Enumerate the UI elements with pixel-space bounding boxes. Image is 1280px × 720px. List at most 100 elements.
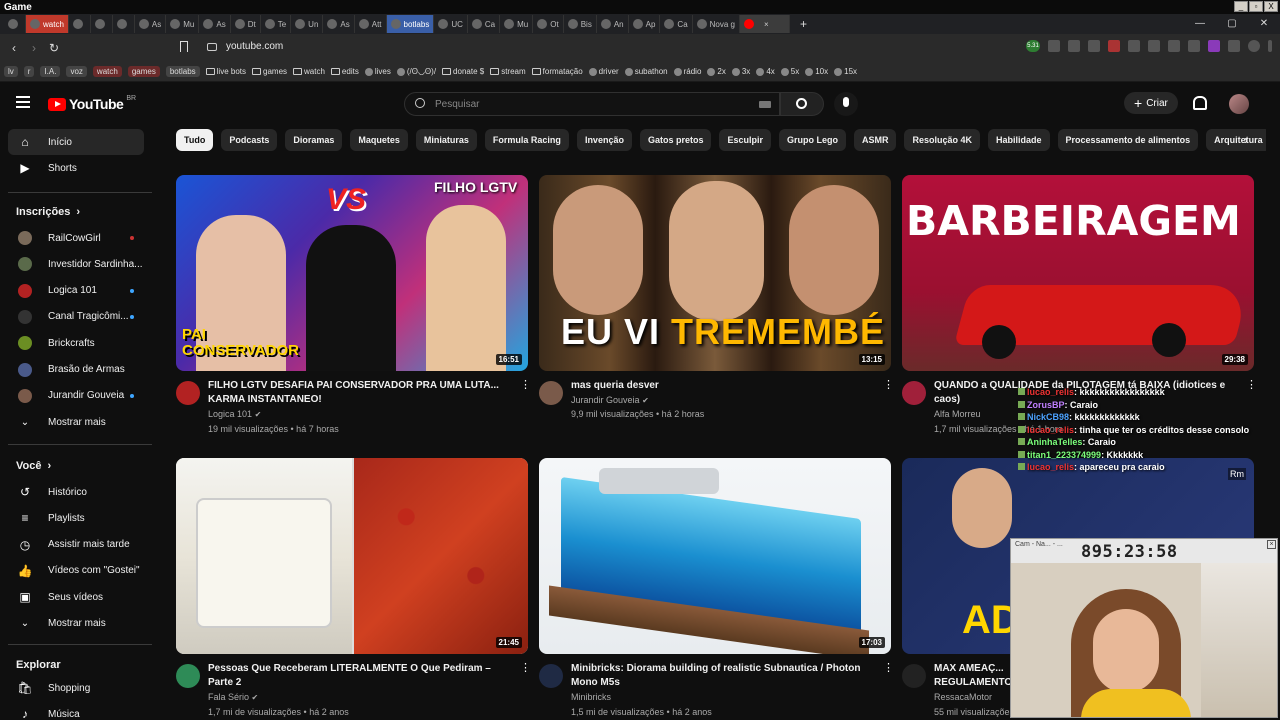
category-chip[interactable]: Podcasts	[221, 129, 278, 151]
more-options-icon[interactable]: ⋮	[883, 662, 894, 674]
bookmark-item[interactable]: voz	[66, 66, 87, 77]
os-maximize-button[interactable]: ▫	[1249, 1, 1263, 12]
subscription-item[interactable]: Jurandir Gouveia	[8, 383, 144, 409]
channel-avatar[interactable]	[176, 664, 200, 688]
category-chip[interactable]: Arquitetura	[1206, 129, 1266, 151]
video-title[interactable]: mas queria desver	[571, 379, 871, 393]
bookmark-item[interactable]: driver	[588, 67, 619, 76]
search-button[interactable]	[780, 92, 824, 116]
category-chip[interactable]: ASMR	[853, 129, 897, 151]
browser-tab[interactable]: botlabs	[386, 15, 435, 33]
browser-minimize-button[interactable]: —	[1184, 14, 1216, 34]
category-chip[interactable]: Habilidade	[988, 129, 1050, 151]
bookmark-item[interactable]: lv	[4, 66, 18, 77]
bookmark-item[interactable]: 3x	[731, 67, 750, 76]
category-chip[interactable]: Resolução 4K	[904, 129, 981, 151]
video-thumbnail[interactable]: VS FILHO LGTV PAI CONSERVADOR 16:51	[176, 175, 528, 371]
browser-tab[interactable]: UC	[434, 15, 468, 33]
category-chip[interactable]: Dioramas	[285, 129, 343, 151]
subscription-item[interactable]: Investidor Sardinha...	[8, 251, 144, 277]
category-chip[interactable]: Formula Racing	[484, 129, 569, 151]
browser-tab[interactable]: Ca	[660, 15, 693, 33]
browser-tab[interactable]	[113, 15, 135, 33]
browser-tab[interactable]: ×	[740, 15, 791, 33]
category-chip[interactable]: Miniaturas	[415, 129, 477, 151]
channel-name[interactable]: Fala Sério	[208, 692, 249, 702]
extension-icon[interactable]	[1108, 40, 1120, 52]
tab-close-icon[interactable]: ×	[764, 20, 769, 29]
category-chip[interactable]: Gatos pretos	[639, 129, 712, 151]
browser-tab[interactable]: Bis	[564, 15, 597, 33]
bookmark-item[interactable]: lives	[364, 67, 391, 76]
new-tab-button[interactable]: +	[800, 17, 807, 31]
sidebar-item[interactable]: 👍 Vídeos com "Gostei"	[8, 558, 144, 584]
sidebar-item[interactable]: ▶ Shorts	[8, 155, 144, 181]
youtube-logo[interactable]: YouTube BR	[48, 95, 136, 112]
browser-tab[interactable]	[69, 15, 91, 33]
bookmark-item[interactable]: (/ʘ◡ʘ)/	[396, 67, 436, 76]
sidebar-item[interactable]: ▣ Seus vídeos	[8, 584, 144, 610]
more-options-icon[interactable]: ⋮	[883, 379, 894, 391]
channel-avatar[interactable]	[902, 664, 926, 688]
bookmark-item[interactable]: 15x	[834, 67, 857, 76]
extension-icon[interactable]	[1188, 40, 1200, 52]
video-thumbnail[interactable]: EU VI TREMEMBÉ 13:15	[539, 175, 891, 371]
site-info-icon[interactable]	[207, 43, 217, 51]
extension-icon[interactable]	[1068, 40, 1080, 52]
browser-tab[interactable]: As	[323, 15, 355, 33]
back-icon[interactable]: ‹	[4, 41, 24, 55]
bookmark-item[interactable]: I.A.	[40, 66, 61, 77]
browser-tab[interactable]: Dt	[231, 15, 261, 33]
channel-avatar[interactable]	[176, 381, 200, 405]
chevron-right-icon[interactable]: ›	[1244, 133, 1248, 147]
video-title[interactable]: Minibricks: Diorama building of realisti…	[571, 662, 871, 690]
extension-icon[interactable]	[1088, 40, 1100, 52]
close-icon[interactable]: ×	[1267, 540, 1276, 549]
extension-icon[interactable]	[1048, 40, 1060, 52]
subscriptions-heading[interactable]: Inscrições ›	[16, 206, 80, 218]
account-avatar[interactable]	[1229, 94, 1249, 114]
url-text[interactable]: youtube.com	[226, 41, 283, 52]
browser-tab[interactable]: watch	[26, 15, 69, 33]
extension-icon[interactable]	[1148, 40, 1160, 52]
video-title[interactable]: Pessoas Que Receberam LITERALMENTE O Que…	[208, 662, 508, 690]
bookmark-item[interactable]: games	[127, 66, 160, 77]
you-heading[interactable]: Você ›	[16, 460, 51, 472]
subscription-item[interactable]: Brickcrafts	[8, 330, 144, 356]
more-options-icon[interactable]: ⋮	[520, 379, 531, 391]
channel-name[interactable]: Logica 101	[208, 409, 252, 419]
channel-avatar[interactable]	[539, 381, 563, 405]
reload-icon[interactable]: ↻	[44, 41, 64, 55]
bookmark-item[interactable]: 4x	[756, 67, 775, 76]
browser-tab[interactable]: Mu	[500, 15, 534, 33]
browser-tab[interactable]: Att	[355, 15, 387, 33]
bookmark-item[interactable]: 2x	[707, 67, 726, 76]
browser-close-button[interactable]: ✕	[1248, 14, 1280, 34]
show-more-you[interactable]: ⌄ Mostrar mais	[8, 610, 144, 636]
os-close-button[interactable]: X	[1264, 1, 1278, 12]
bookmark-item[interactable]: watch	[293, 67, 325, 76]
sidebar-item[interactable]: ≡ Playlists	[8, 505, 144, 531]
hamburger-menu-icon[interactable]	[16, 96, 30, 108]
bookmark-item[interactable]: games	[252, 67, 287, 76]
channel-name[interactable]: RessacaMotor	[934, 692, 992, 702]
subscription-item[interactable]: Brasão de Armas	[8, 357, 144, 383]
subscription-item[interactable]: Canal Tragicômi...	[8, 304, 144, 330]
bookmark-item[interactable]: r	[23, 66, 35, 77]
os-minimize-button[interactable]: _	[1234, 1, 1248, 12]
bookmark-icon[interactable]	[180, 41, 188, 52]
sidebar-toggle-icon[interactable]	[1228, 40, 1240, 52]
browser-tab[interactable]: Te	[261, 15, 292, 33]
voice-search-button[interactable]	[834, 92, 858, 116]
browser-tab[interactable]: Nova g	[693, 15, 741, 33]
browser-tab[interactable]: As	[199, 15, 231, 33]
search-input[interactable]	[435, 96, 755, 112]
bookmark-item[interactable]: donate $	[442, 67, 484, 76]
keyboard-icon[interactable]	[759, 101, 771, 108]
bookmark-item[interactable]: 10x	[805, 67, 828, 76]
forward-icon[interactable]: ›	[24, 41, 44, 55]
extension-icon[interactable]	[1168, 40, 1180, 52]
show-more-subscriptions[interactable]: ⌄ Mostrar mais	[8, 409, 144, 435]
channel-avatar[interactable]	[539, 664, 563, 688]
browser-tab[interactable]: As	[135, 15, 167, 33]
